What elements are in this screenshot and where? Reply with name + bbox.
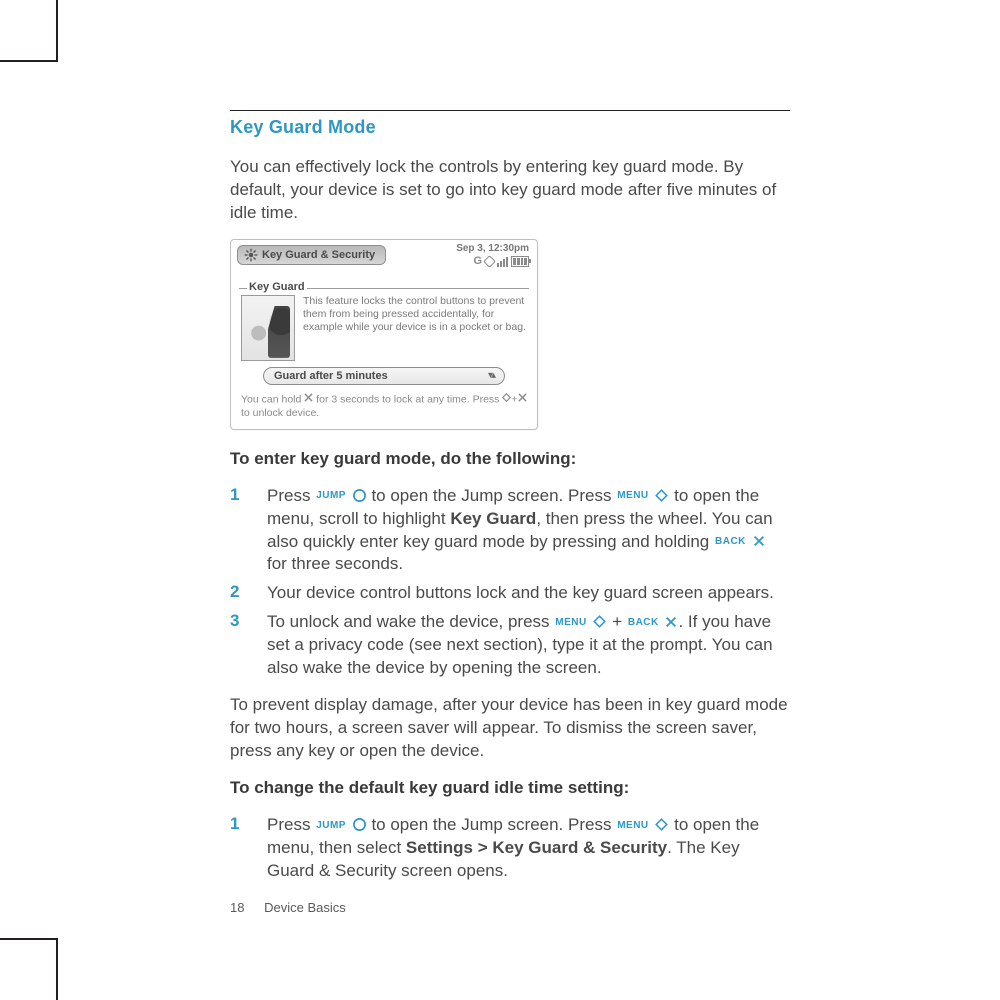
- gear-icon: [244, 248, 258, 262]
- screenshot-group: This feature locks the control buttons t…: [239, 288, 529, 385]
- list-item: 3 To unlock and wake the device, press M…: [230, 611, 790, 680]
- list-item: 2 Your device control buttons lock and t…: [230, 582, 790, 605]
- screenshot-title-tab: Key Guard & Security: [237, 245, 386, 265]
- back-key-label: BACK: [715, 536, 746, 547]
- steps-enter: 1 Press JUMP to open the Jump screen. Pr…: [230, 485, 790, 681]
- back-key-label: BACK: [628, 617, 659, 628]
- intro-paragraph: You can effectively lock the controls by…: [230, 156, 790, 225]
- menu-key-label: MENU: [555, 617, 586, 628]
- guard-interval-selector[interactable]: Guard after 5 minutes ▾▴: [263, 367, 505, 385]
- heading-change: To change the default key guard idle tim…: [230, 777, 790, 800]
- carrier-icon: G: [473, 255, 482, 268]
- battery-icon: [511, 256, 529, 267]
- guard-interval-label: Guard after 5 minutes: [274, 370, 388, 382]
- menu-diamond-icon: [654, 488, 669, 503]
- page-number: 18: [230, 900, 244, 915]
- back-x-icon: [304, 393, 313, 407]
- back-x-icon: [752, 534, 766, 548]
- menu-key-label: MENU: [617, 820, 648, 831]
- jump-circle-icon: [352, 488, 367, 503]
- data-icon: [483, 255, 496, 268]
- menu-key-label: MENU: [617, 490, 648, 501]
- screenshot-group-label: Key Guard: [247, 281, 307, 293]
- section-title: Key Guard Mode: [230, 117, 790, 138]
- device-screenshot: Key Guard & Security Sep 3, 12:30pm G Ke…: [230, 239, 538, 430]
- back-x-icon: [518, 393, 527, 407]
- stepper-arrows-icon: ▾▴: [488, 370, 494, 381]
- jump-circle-icon: [352, 817, 367, 832]
- jump-key-label: JUMP: [316, 490, 346, 501]
- step-number: 1: [230, 814, 242, 883]
- screenshot-statusbar: Sep 3, 12:30pm G: [456, 243, 529, 268]
- step-number: 3: [230, 611, 242, 680]
- menu-diamond-icon: [654, 817, 669, 832]
- section-rule: [230, 110, 790, 111]
- footer-section-label: Device Basics: [264, 900, 346, 915]
- menu-diamond-icon: [592, 614, 607, 629]
- screenshot-datetime: Sep 3, 12:30pm: [456, 243, 529, 255]
- list-item: 1 Press JUMP to open the Jump screen. Pr…: [230, 814, 790, 883]
- heading-enter: To enter key guard mode, do the followin…: [230, 448, 790, 471]
- screenshot-illustration: [241, 295, 295, 361]
- steps-change: 1 Press JUMP to open the Jump screen. Pr…: [230, 814, 790, 883]
- screenshot-hint: You can hold for 3 seconds to lock at an…: [231, 391, 537, 429]
- list-item: 1 Press JUMP to open the Jump screen. Pr…: [230, 485, 790, 577]
- menu-diamond-icon: [502, 393, 511, 407]
- screenshot-header: Key Guard & Security Sep 3, 12:30pm G: [231, 240, 537, 277]
- jump-key-label: JUMP: [316, 820, 346, 831]
- step-number: 1: [230, 485, 242, 577]
- page-footer: 18 Device Basics: [230, 900, 346, 915]
- page-content: Key Guard Mode You can effectively lock …: [230, 110, 790, 897]
- signal-icon: [497, 257, 508, 267]
- screensaver-paragraph: To prevent display damage, after your de…: [230, 694, 790, 763]
- back-x-icon: [664, 615, 678, 629]
- screenshot-title: Key Guard & Security: [262, 249, 375, 261]
- screenshot-description: This feature locks the control buttons t…: [303, 295, 527, 361]
- step-number: 2: [230, 582, 242, 605]
